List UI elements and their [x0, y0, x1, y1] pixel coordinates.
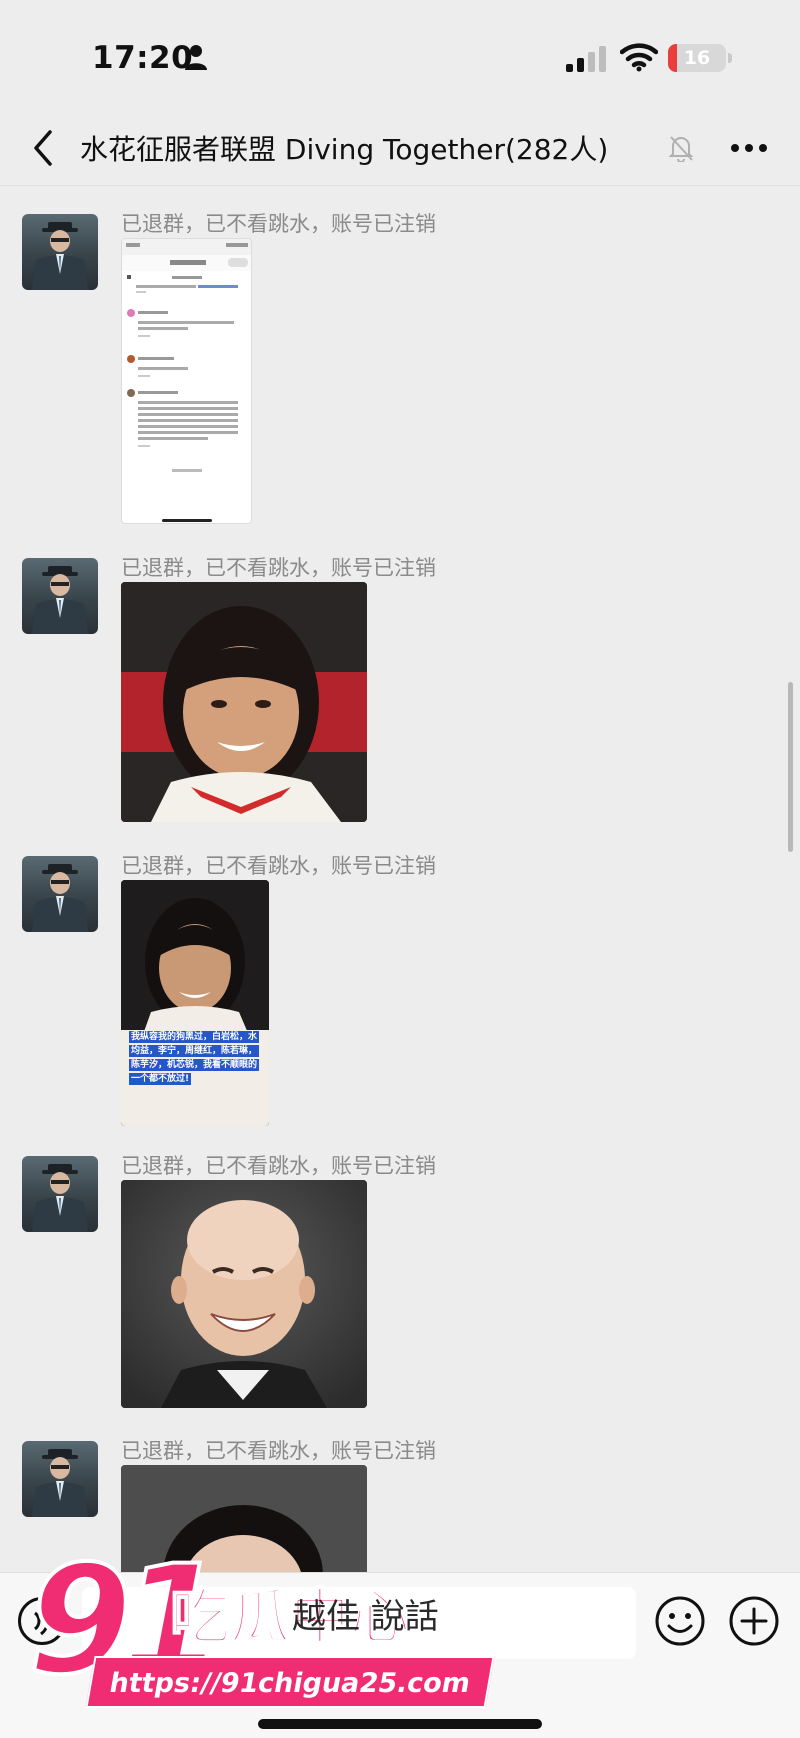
- message-image[interactable]: [121, 1180, 367, 1408]
- avatar[interactable]: [22, 1156, 98, 1232]
- battery-level: 16: [683, 47, 711, 69]
- plus-button[interactable]: [728, 1595, 780, 1647]
- meme-caption-box: 我纵容我的狗黑过，白岩松，水均益，李宁，周继红，陈若琳，陈芋汐，机芯锐，我看不顺…: [129, 1030, 261, 1086]
- sender-name: 已退群，已不看跳水，账号已注销: [121, 212, 436, 236]
- avatar[interactable]: [22, 214, 98, 290]
- sender-name: 已退群，已不看跳水，账号已注销: [121, 556, 436, 580]
- status-bar: 17:20 16: [0, 0, 800, 110]
- sender-name: 已退群，已不看跳水，账号已注销: [121, 1439, 436, 1463]
- message-image[interactable]: [121, 238, 252, 524]
- avatar-image: [32, 864, 88, 932]
- watermark-overlay-text: 越佳 說話: [292, 1597, 439, 1637]
- meme-photo: [121, 880, 269, 1126]
- more-options-button[interactable]: [724, 130, 774, 166]
- avatar-image: [32, 222, 88, 290]
- cellular-signal-icon: [566, 46, 606, 72]
- watermark: 91 吃瓜中心 越佳 說話 https://91chigua25.com: [20, 1544, 495, 1726]
- chevron-left-icon: [34, 130, 52, 166]
- scrollbar[interactable]: [788, 682, 793, 852]
- avatar-image: [32, 1164, 88, 1232]
- message-list[interactable]: 已退群，已不看跳水，账号已注销 已退群，已不看跳水，账号已注销 已退群，已不看跳…: [0, 187, 800, 1572]
- bell-slash-icon: [668, 136, 694, 162]
- chat-title: 水花征服者联盟 Diving Together(282人): [80, 133, 609, 166]
- avatar-image: [32, 1449, 88, 1517]
- portrait-photo: [121, 582, 367, 822]
- battery-indicator: 16: [668, 44, 726, 72]
- emoji-button[interactable]: [654, 1595, 706, 1647]
- avatar[interactable]: [22, 558, 98, 634]
- meme-caption: 我纵容我的狗黑过，白岩松，水均益，李宁，周继红，陈若琳，陈芋汐，机芯锐，我看不顺…: [129, 1031, 260, 1085]
- wifi-icon: [620, 43, 658, 72]
- sender-name: 已退群，已不看跳水，账号已注销: [121, 854, 436, 878]
- back-button[interactable]: [24, 126, 64, 170]
- battery-tip: [728, 53, 732, 63]
- avatar[interactable]: [22, 856, 98, 932]
- avatar-image: [32, 566, 88, 634]
- watermark-url: https://91chigua25.com: [85, 1656, 495, 1708]
- sender-name: 已退群，已不看跳水，账号已注销: [121, 1154, 436, 1178]
- message-image[interactable]: 我纵容我的狗黑过，白岩松，水均益，李宁，周继红，陈若琳，陈芋汐，机芯锐，我看不顺…: [121, 880, 269, 1126]
- portrait-photo: [121, 1180, 367, 1408]
- message-image[interactable]: [121, 582, 367, 822]
- person-icon: [185, 45, 207, 70]
- screenshot-thumbnail: [122, 239, 251, 522]
- status-time: 17:20: [92, 40, 194, 76]
- chat-header: 水花征服者联盟 Diving Together(282人): [0, 110, 800, 186]
- avatar[interactable]: [22, 1441, 98, 1517]
